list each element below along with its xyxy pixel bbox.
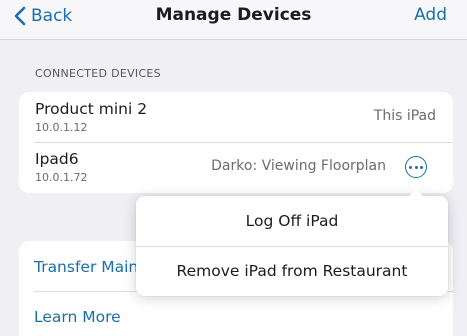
chevron-left-icon — [14, 6, 26, 26]
device-name: Ipad6 — [35, 150, 79, 168]
navigation-bar: Back Manage Devices Add — [0, 0, 467, 40]
remove-ipad-menu-item[interactable]: Remove iPad from Restaurant — [136, 246, 448, 296]
link-label: Transfer Main — [34, 258, 139, 276]
device-ip: 10.0.1.72 — [35, 171, 88, 184]
device-options-popover: Log Off iPad Remove iPad from Restaurant — [136, 189, 448, 296]
device-row-ipad6[interactable]: Ipad6 10.0.1.72 Darko: Viewing Floorplan — [19, 142, 453, 192]
learn-more-link[interactable]: Learn More — [19, 291, 453, 336]
device-status: Darko: Viewing Floorplan — [211, 158, 386, 174]
more-options-icon[interactable] — [405, 156, 427, 178]
devices-list: Product mini 2 10.0.1.12 This iPad Ipad6… — [19, 92, 453, 193]
add-button[interactable]: Add — [414, 5, 447, 25]
connected-devices-header: CONNECTED DEVICES — [35, 67, 161, 80]
manage-devices-screen: Back Manage Devices Add CONNECTED DEVICE… — [0, 0, 467, 336]
back-button[interactable]: Back — [14, 5, 72, 27]
dot — [414, 165, 418, 169]
device-row-product-mini-2[interactable]: Product mini 2 10.0.1.12 This iPad — [19, 92, 453, 142]
link-label: Learn More — [34, 308, 121, 326]
device-status: This iPad — [373, 108, 436, 124]
log-off-ipad-menu-item[interactable]: Log Off iPad — [136, 196, 448, 246]
dot — [420, 165, 423, 169]
device-ip: 10.0.1.12 — [35, 121, 88, 134]
dot — [409, 165, 412, 169]
back-label: Back — [31, 6, 73, 26]
device-name: Product mini 2 — [35, 100, 148, 118]
